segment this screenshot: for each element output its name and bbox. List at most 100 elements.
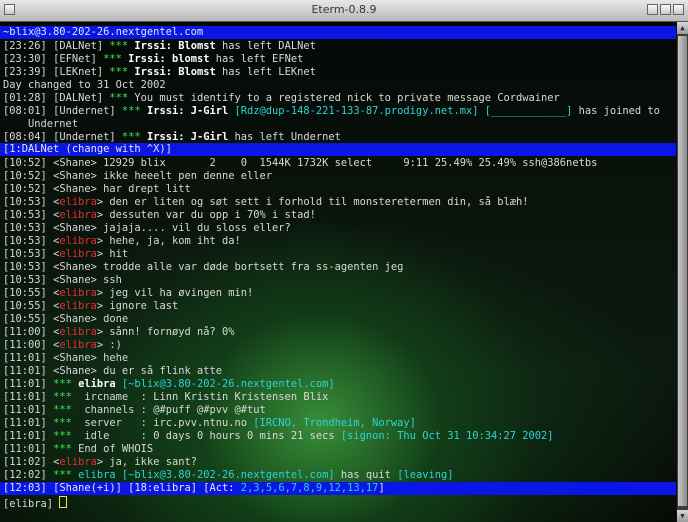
message-line: [10:53] <Shane> jajaja.... vil du sloss …: [3, 222, 675, 235]
message-nick: Shane: [59, 313, 91, 325]
message-line: [11:02] <elibra> ja, ikke sant?: [3, 456, 675, 469]
timestamp: [11:01]: [3, 404, 47, 416]
timestamp: [23:39]: [3, 66, 47, 78]
message-line: [10:53] <Shane> ssh: [3, 274, 675, 287]
timestamp: [08:04]: [3, 131, 47, 143]
timestamp: [10:53]: [3, 196, 47, 208]
whois-line: [11:01] *** End of WHOIS: [3, 443, 675, 456]
whois-line: [11:01] *** ircname : Linn Kristin Krist…: [3, 391, 675, 404]
network-tag: [Undernet]: [53, 105, 116, 117]
timestamp: [10:53]: [3, 274, 47, 286]
timestamp: [10:53]: [3, 209, 47, 221]
nick-bracket: >: [90, 313, 97, 325]
whois-end: End of WHOIS: [78, 443, 154, 455]
nick-bracket: >: [96, 456, 104, 468]
quit-nick: elibra: [78, 469, 116, 481]
nick-bracket: >: [96, 326, 104, 338]
event-text: has left LEKnet: [215, 66, 316, 78]
whois-label: channels :: [84, 404, 154, 416]
timestamp: [11:00]: [3, 326, 47, 338]
nick-bracket: >: [90, 365, 97, 377]
event-nick: Irssi: Blomst: [134, 66, 216, 78]
timestamp: [10:52]: [3, 183, 47, 195]
message-nick: Shane: [59, 183, 91, 195]
whois-label: idle :: [84, 430, 154, 442]
whois-value: Linn Kristin Kristensen Blix: [153, 391, 329, 403]
event-stars: ***: [53, 469, 72, 481]
quit-line: [12:02] *** elibra [~blix@3.80-202-26.ne…: [3, 469, 675, 482]
event-stars: ***: [109, 66, 129, 78]
event-stars: ***: [103, 53, 122, 65]
minimize-button[interactable]: [647, 4, 658, 15]
timestamp: [11:01]: [3, 378, 47, 390]
message-text: jeg vil ha øvingen min!: [109, 287, 254, 299]
event-text: has left Undernet: [228, 131, 341, 143]
event-text: has left DALNet: [215, 40, 316, 52]
message-text: ja, ikke sant?: [109, 456, 197, 468]
message-text: sånn! fornøyd nå? 0%: [109, 326, 235, 338]
timestamp: [10:55]: [3, 313, 47, 325]
message-line: [10:53] <elibra> hehe, ja, kom iht da!: [3, 235, 675, 248]
timestamp: [11:01]: [3, 430, 47, 442]
whois-host: [~blix@3.80-202-26.nextgentel.com]: [121, 378, 335, 390]
scroll-down-arrow-icon[interactable]: ▼: [677, 510, 688, 522]
whois-line: [11:01] *** elibra [~blix@3.80-202-26.ne…: [3, 378, 675, 391]
message-text: ignore last: [109, 300, 179, 312]
message-line: [10:55] <Shane> done: [3, 313, 675, 326]
nick-bracket: >: [96, 235, 104, 247]
event-text: has joined to: [572, 105, 660, 117]
message-line: [11:01] <Shane> hehe: [3, 352, 675, 365]
scrollbar-thumb[interactable]: [678, 36, 687, 506]
window-title: Eterm-0.8.9: [311, 3, 377, 16]
message-line: [10:52] <Shane> ikke heeelt pen denne el…: [3, 170, 675, 183]
message-text: har drept litt: [103, 183, 191, 195]
message-text: du er så flink atte: [103, 365, 222, 377]
nick-bracket: >: [96, 339, 104, 351]
timestamp: [11:01]: [3, 443, 47, 455]
whois-label: server :: [84, 417, 154, 429]
timestamp: [10:53]: [3, 222, 47, 234]
timestamp: [10:52]: [3, 170, 47, 182]
status-activity-end: ]: [378, 482, 385, 494]
log-line: [23:39] [LEKnet] *** Irssi: Blomst has l…: [3, 66, 675, 79]
scrollbar[interactable]: ▲ ▼: [676, 22, 688, 522]
event-nick: Irssi: J-Girl: [146, 131, 229, 143]
message-nick: elibra: [59, 456, 97, 468]
window-bar: [1:DALNet (change with ^X)]: [0, 143, 676, 156]
scroll-up-arrow-icon[interactable]: ▲: [677, 22, 688, 34]
input-line[interactable]: [elibra]: [3, 496, 675, 509]
whois-pad: [72, 430, 85, 442]
whois-pad: [72, 404, 85, 416]
network-tag: [DALNet]: [53, 92, 104, 104]
timestamp: [11:00]: [3, 339, 47, 351]
message-line: [10:53] <elibra> hit: [3, 248, 675, 261]
log-text: Undernet: [3, 118, 79, 130]
maximize-button[interactable]: [660, 4, 671, 15]
text-cursor: [59, 496, 68, 508]
event-host: [Rdz@dup-148-221-133-87.prodigy.net.mx]: [228, 105, 479, 117]
timestamp: [11:02]: [3, 456, 47, 468]
whois-signon: [signon: Thu Oct 31 10:34:27 2002]: [334, 430, 554, 442]
message-nick: elibra: [59, 287, 97, 299]
timestamp: [23:30]: [3, 53, 47, 65]
nick-bracket: >: [90, 352, 97, 364]
whois-line: [11:01] *** server : irc.pvv.ntnu.no [IR…: [3, 417, 675, 430]
terminal-area[interactable]: ~blix@3.80-202-26.nextgentel.com [23:26]…: [0, 22, 676, 522]
network-tag: [DALNet]: [53, 40, 104, 52]
whois-value: @#puff @#pvv @#tut: [153, 404, 266, 416]
message-nick: elibra: [59, 209, 97, 221]
timestamp: [10:52]: [3, 157, 47, 169]
message-line: [10:53] <elibra> dessuten var du opp i 7…: [3, 209, 675, 222]
message-nick: elibra: [59, 339, 97, 351]
message-text: dessuten var du opp i 70% i stad!: [109, 209, 316, 221]
event-stars: ***: [53, 417, 72, 429]
event-stars: ***: [109, 92, 129, 104]
message-text: 12929 blix 2 0 1544K 1732K select 9:11 2…: [103, 157, 598, 169]
network-tag: [Undernet]: [53, 131, 116, 143]
whois-value: 0 days 0 hours 0 mins 21 secs: [153, 430, 335, 442]
network-tag: [LEKnet]: [53, 66, 104, 78]
message-text: :): [109, 339, 122, 351]
title-bar[interactable]: Eterm-0.8.9: [0, 0, 688, 22]
message-text: jajaja.... vil du sloss eller?: [103, 222, 291, 234]
close-button[interactable]: [673, 4, 684, 15]
